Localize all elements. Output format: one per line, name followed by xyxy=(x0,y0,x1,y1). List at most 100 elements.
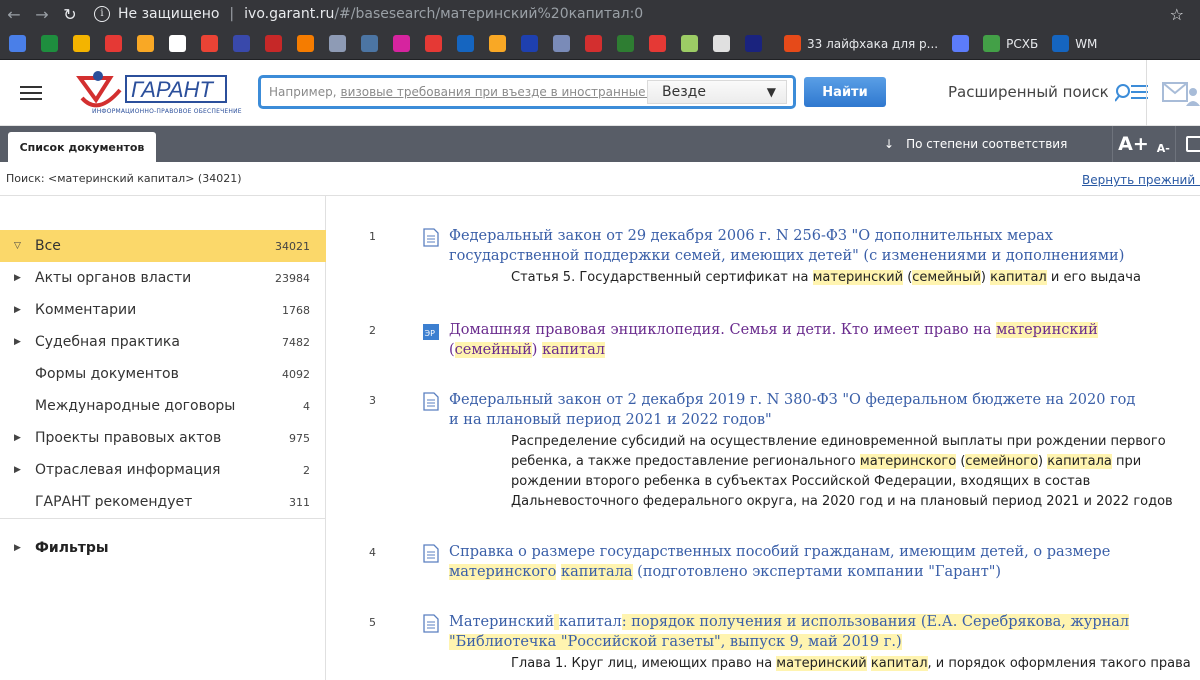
search-placeholder-example[interactable]: визовые требования при въезде в иностран… xyxy=(341,85,647,99)
bookmark-item[interactable]: 33 лайфхака для р... xyxy=(784,35,938,52)
sort-control[interactable]: ↓ По степени соответствия xyxy=(884,137,1067,151)
category-sidebar: ГАРАНТ рекомендует 311 ▶ Отраслевая информа… xyxy=(0,196,326,680)
sidebar-item[interactable]: ▶ Акты органов власти 23984 xyxy=(0,262,326,294)
bookmark-item[interactable]: WM xyxy=(1052,35,1097,52)
sidebar-item-count: 2 xyxy=(303,463,310,477)
hh-icon[interactable] xyxy=(585,35,602,52)
search-input[interactable]: Например, визовые требования при въезде … xyxy=(261,78,647,106)
tracker-icon[interactable] xyxy=(233,35,250,52)
globe-icon[interactable] xyxy=(713,35,730,52)
sidebar-item[interactable]: ГАРАНТ рекомендует 311 xyxy=(0,486,326,518)
sidebar-item-count: 975 xyxy=(289,431,310,445)
sidebar-item-count: 34021 xyxy=(275,239,310,253)
results-list: 1 Федеральный закон от 29 декабря 2006 г.… xyxy=(327,196,1200,680)
shield-icon[interactable] xyxy=(489,35,506,52)
sidebar-item[interactable]: ▶ Судебная практика 7482 xyxy=(0,326,326,358)
sidebar-item[interactable]: ▶ Комментарии 1768 xyxy=(0,294,326,326)
tab-bar: Список документов ↓ По степени соответст… xyxy=(0,126,1200,162)
vk-icon[interactable] xyxy=(361,35,378,52)
sheets-icon[interactable] xyxy=(41,35,58,52)
bookmark-item[interactable] xyxy=(952,35,970,52)
mail-users-icon[interactable] xyxy=(1162,80,1200,106)
analytics-icon[interactable] xyxy=(297,35,314,52)
info-icon[interactable]: i xyxy=(94,6,110,22)
result-number: 5 xyxy=(369,616,376,629)
advanced-search-label: Расширенный поиск xyxy=(948,83,1109,101)
result-title-link[interactable]: Справка о размере государственных пособи… xyxy=(449,542,1149,582)
expand-triangle-icon[interactable]: ▶ xyxy=(0,273,35,283)
result-title-link[interactable]: Домашняя правовая энциклопедия. Семья и … xyxy=(449,320,1149,360)
filters-label: Фильтры xyxy=(35,540,109,556)
bookmark-star-icon[interactable]: ☆ xyxy=(1170,5,1184,24)
sidebar-item-count: 23984 xyxy=(275,271,310,285)
code-icon[interactable] xyxy=(265,35,282,52)
garant-logo[interactable]: ГАРАНТ ИНФОРМАЦИОННО-ПРАВОВОЕ ОБЕСПЕЧЕНИ… xyxy=(76,70,242,116)
restore-view-link[interactable]: Вернуть прежний вид xyxy=(1082,173,1200,187)
search-highlight: материнский xyxy=(996,322,1098,338)
bookmark-label: РСХБ xyxy=(1006,36,1039,51)
filters-toggle[interactable]: ▶ Фильтры xyxy=(0,532,326,564)
sidebar-item[interactable]: Формы документов 4092 xyxy=(0,358,326,390)
grid-icon[interactable] xyxy=(137,35,154,52)
instagram-icon[interactable] xyxy=(393,35,410,52)
bookmark-item[interactable]: РСХБ xyxy=(983,35,1038,52)
result-title-link[interactable]: Федеральный закон от 2 декабря 2019 г. N… xyxy=(449,390,1149,430)
text-fragment: ( xyxy=(903,270,913,285)
chevron-down-icon: ▼ xyxy=(766,85,776,99)
cross-icon[interactable] xyxy=(681,35,698,52)
forward-arrow-icon[interactable]: → xyxy=(28,5,56,24)
wm-icon xyxy=(1052,35,1070,52)
check-icon[interactable] xyxy=(617,35,634,52)
globe-star-icon[interactable] xyxy=(553,35,570,52)
tab-document-list[interactable]: Список документов xyxy=(8,132,156,162)
star-icon[interactable] xyxy=(169,35,186,52)
sidebar-item[interactable]: ▶ Отраслевая информация 2 xyxy=(0,454,326,486)
search-scope-select[interactable]: Везде ▼ xyxy=(647,80,787,104)
header-divider xyxy=(1146,60,1147,126)
flag-icon[interactable] xyxy=(521,35,538,52)
font-decrease-button[interactable]: A- xyxy=(1157,142,1170,155)
sidebar-item-count: 311 xyxy=(289,495,310,509)
docs-icon[interactable] xyxy=(9,35,26,52)
search-highlight: семейного xyxy=(965,454,1039,469)
url-path[interactable]: /#/basesearch/материнский%20капитал:0 xyxy=(334,6,643,22)
fire-icon[interactable] xyxy=(425,35,442,52)
url-host[interactable]: ivo.garant.ru xyxy=(244,6,334,22)
search-highlight: капитал xyxy=(990,270,1047,285)
result-title-link[interactable]: Федеральный закон от 29 декабря 2006 г. … xyxy=(449,226,1149,266)
sidebar-item[interactable]: ▽ Все 34021 xyxy=(0,230,326,262)
document-icon xyxy=(423,228,439,247)
expand-triangle-icon[interactable]: ▶ xyxy=(0,465,35,475)
expand-triangle-icon[interactable]: ▶ xyxy=(0,305,35,315)
advanced-search-icon xyxy=(1113,82,1149,102)
advanced-search-link[interactable]: Расширенный поиск xyxy=(948,82,1149,102)
text-fragment: Материнский xyxy=(449,614,555,630)
drive-icon[interactable] xyxy=(73,35,90,52)
menu-icon[interactable] xyxy=(20,82,42,104)
sidebar-item[interactable]: Международные договоры 4 xyxy=(0,390,326,422)
insecure-label[interactable]: Не защищено xyxy=(118,6,219,22)
expand-triangle-icon[interactable]: ▶ xyxy=(0,337,35,347)
result-title-link[interactable]: Материнский капитал: порядок получения и… xyxy=(449,612,1149,652)
text-fragment: Глава 1. Круг лиц, имеющих право на xyxy=(511,656,777,671)
result-snippet[interactable]: Глава 1. Круг лиц, имеющих право на мате… xyxy=(511,654,1191,674)
rshb-icon xyxy=(983,35,1001,52)
print-icon[interactable] xyxy=(1186,136,1200,152)
gmail-icon[interactable] xyxy=(201,35,218,52)
reload-icon[interactable]: ↻ xyxy=(56,5,84,24)
photo-icon[interactable] xyxy=(457,35,474,52)
font-increase-button[interactable]: A+ xyxy=(1118,133,1149,155)
result-snippet[interactable]: Распределение субсидий на осуществление … xyxy=(511,432,1191,512)
metro-icon[interactable] xyxy=(649,35,666,52)
eu-icon[interactable] xyxy=(745,35,762,52)
sort-label: По степени соответствия xyxy=(906,137,1068,151)
expand-triangle-icon[interactable]: ▽ xyxy=(0,241,35,251)
sidebar-item-count: 1768 xyxy=(282,303,310,317)
find-button[interactable]: Найти xyxy=(804,77,886,107)
store-icon[interactable] xyxy=(329,35,346,52)
sidebar-item[interactable]: ▶ Проекты правовых актов 975 xyxy=(0,422,326,454)
expand-triangle-icon[interactable]: ▶ xyxy=(0,433,35,443)
pinwheel-icon[interactable] xyxy=(105,35,122,52)
back-arrow-icon[interactable]: ← xyxy=(0,5,28,24)
result-snippet[interactable]: Статья 5. Государственный сертификат на … xyxy=(511,268,1191,288)
